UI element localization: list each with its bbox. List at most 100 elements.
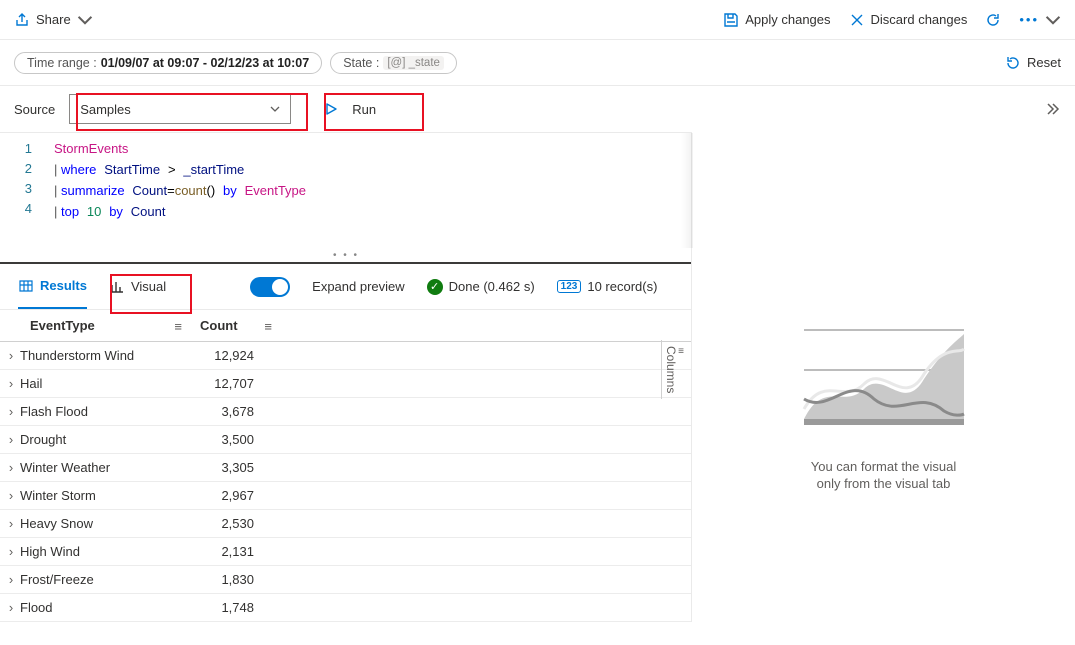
chevron-down-icon — [270, 104, 280, 114]
row-expander[interactable]: › — [0, 454, 20, 482]
cell-count: 12,707 — [190, 370, 280, 398]
cell-event: Flood — [20, 594, 190, 622]
row-expander[interactable]: › — [0, 342, 20, 370]
cell-event: Drought — [20, 426, 190, 454]
table-row[interactable]: ›Heavy Snow2,530 — [0, 510, 691, 538]
row-expander[interactable]: › — [0, 510, 20, 538]
records-badge-icon: 123 — [557, 280, 582, 293]
cell-count: 1,748 — [190, 594, 280, 622]
cell-event: Hail — [20, 370, 190, 398]
cell-event: Frost/Freeze — [20, 566, 190, 594]
table-row[interactable]: ›Drought3,500 — [0, 426, 691, 454]
col-header-event[interactable]: EventType ≡ — [20, 310, 190, 342]
row-expander[interactable]: › — [0, 538, 20, 566]
table-row[interactable]: ›Hail12,707 — [0, 370, 691, 398]
cell-count: 12,924 — [190, 342, 280, 370]
status-text: Done (0.462 s) — [449, 279, 535, 294]
col-menu-icon[interactable]: ≡ — [264, 319, 272, 334]
col-header-expander — [0, 310, 20, 342]
records-label: 10 record(s) — [587, 279, 657, 294]
share-button[interactable]: Share — [14, 12, 93, 28]
row-expander[interactable]: › — [0, 426, 20, 454]
table-row[interactable]: ›Winter Storm2,967 — [0, 482, 691, 510]
save-icon — [723, 12, 739, 28]
state-label: State : — [343, 56, 379, 70]
cell-count: 3,305 — [190, 454, 280, 482]
top-toolbar: Share Apply changes Discard changes ••• — [0, 0, 1075, 40]
cell-count: 2,530 — [190, 510, 280, 538]
placeholder-text-line2: only from the visual tab — [817, 476, 951, 491]
cell-count: 3,500 — [190, 426, 280, 454]
state-filter[interactable]: State : [@] _state — [330, 52, 457, 74]
col-header-spacer — [280, 310, 691, 342]
play-icon — [324, 102, 338, 116]
cell-event: Winter Weather — [20, 454, 190, 482]
results-table: EventType ≡ Count ≡ ›Thunderstorm Wind12… — [0, 310, 691, 622]
line-number: 1 — [0, 139, 32, 159]
refresh-icon — [985, 12, 1001, 28]
reset-button[interactable]: Reset — [1005, 55, 1061, 71]
cell-count: 2,967 — [190, 482, 280, 510]
col-header-count[interactable]: Count ≡ — [190, 310, 280, 342]
columns-side-panel-toggle[interactable]: ≡ Columns — [661, 340, 687, 399]
time-range-value: 01/09/07 at 09:07 - 02/12/23 at 10:07 — [101, 56, 309, 70]
more-menu-button[interactable]: ••• — [1019, 12, 1061, 28]
run-button[interactable]: Run — [305, 94, 395, 124]
editor-code[interactable]: StormEvents | where StartTime > _startTi… — [40, 133, 692, 248]
editor-resize-handle[interactable]: • • • — [0, 248, 692, 262]
line-number: 2 — [0, 159, 32, 179]
time-range-label: Time range : — [27, 56, 97, 70]
run-label: Run — [352, 102, 376, 117]
state-value: [@] _state — [383, 56, 444, 70]
chevron-down-icon — [1045, 12, 1061, 28]
cell-event: Thunderstorm Wind — [20, 342, 190, 370]
row-expander[interactable]: › — [0, 566, 20, 594]
cell-count: 1,830 — [190, 566, 280, 594]
tab-visual[interactable]: Visual — [109, 264, 166, 309]
main-layout: 1 2 3 4 StormEvents | where StartTime > … — [0, 132, 1075, 622]
source-dropdown[interactable]: Samples — [69, 94, 291, 124]
tab-results-label: Results — [40, 278, 87, 293]
chart-icon — [109, 279, 125, 295]
collapse-panel-icon[interactable] — [1043, 100, 1061, 118]
row-expander[interactable]: › — [0, 594, 20, 622]
expand-preview-toggle[interactable] — [250, 277, 290, 297]
table-row[interactable]: ›High Wind2,131 — [0, 538, 691, 566]
source-label: Source — [14, 102, 55, 117]
apply-changes-button[interactable]: Apply changes — [723, 12, 830, 28]
source-row: Source Samples Run — [0, 86, 1075, 132]
discard-changes-button[interactable]: Discard changes — [849, 12, 968, 28]
filter-row: Time range : 01/09/07 at 09:07 - 02/12/2… — [0, 40, 1075, 86]
time-range-filter[interactable]: Time range : 01/09/07 at 09:07 - 02/12/2… — [14, 52, 322, 74]
query-editor[interactable]: 1 2 3 4 StormEvents | where StartTime > … — [0, 132, 692, 248]
cell-event: Heavy Snow — [20, 510, 190, 538]
col-menu-icon[interactable]: ≡ — [174, 319, 182, 334]
table-row[interactable]: ›Flash Flood3,678 — [0, 398, 691, 426]
close-icon — [849, 12, 865, 28]
row-expander[interactable]: › — [0, 398, 20, 426]
results-table-wrap: EventType ≡ Count ≡ ›Thunderstorm Wind12… — [0, 310, 691, 622]
table-row[interactable]: ›Thunderstorm Wind12,924 — [0, 342, 691, 370]
cell-count: 3,678 — [190, 398, 280, 426]
row-expander[interactable]: › — [0, 370, 20, 398]
columns-label: Columns — [664, 346, 678, 393]
record-count: 123 10 record(s) — [557, 279, 658, 294]
reset-icon — [1005, 55, 1021, 71]
cell-event: Winter Storm — [20, 482, 190, 510]
discard-changes-label: Discard changes — [871, 12, 968, 27]
row-expander[interactable]: › — [0, 482, 20, 510]
tab-results[interactable]: Results — [18, 264, 87, 309]
cell-event: High Wind — [20, 538, 190, 566]
line-number: 3 — [0, 179, 32, 199]
left-column: 1 2 3 4 StormEvents | where StartTime > … — [0, 132, 692, 622]
cell-count: 2,131 — [190, 538, 280, 566]
line-number: 4 — [0, 199, 32, 219]
table-row[interactable]: ›Winter Weather3,305 — [0, 454, 691, 482]
chart-placeholder-icon — [794, 319, 974, 439]
table-row[interactable]: ›Flood1,748 — [0, 594, 691, 622]
format-visual-panel: You can format the visual only from the … — [692, 132, 1075, 622]
refresh-button[interactable] — [985, 12, 1001, 28]
query-status: Done (0.462 s) — [427, 279, 535, 295]
grip-icon: ≡ — [678, 346, 685, 357]
table-row[interactable]: ›Frost/Freeze1,830 — [0, 566, 691, 594]
